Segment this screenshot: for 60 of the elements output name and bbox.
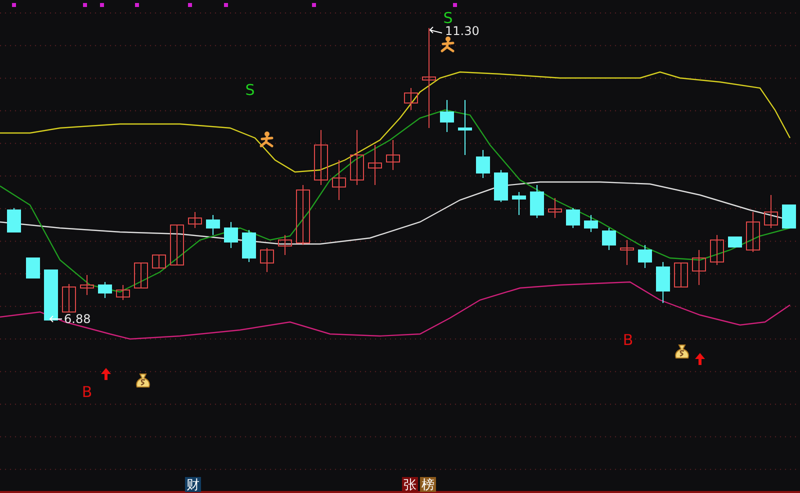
rising-candle	[296, 184, 310, 246]
tag-label[interactable]: 张	[402, 477, 418, 493]
runner-icon	[260, 132, 274, 148]
rising-candle	[260, 248, 274, 272]
low-price-label: 6.88	[64, 312, 91, 326]
runner-icon	[440, 36, 454, 52]
falling-candle	[98, 282, 112, 298]
rising-candle	[386, 140, 400, 170]
falling-candle	[440, 100, 454, 132]
money-bag-icon	[136, 374, 150, 388]
rising-candle	[710, 234, 724, 266]
rising-candle	[674, 262, 688, 288]
buy-signal-label: B	[622, 331, 634, 349]
falling-candle	[656, 262, 670, 304]
high-price-label: 11.30	[445, 24, 480, 38]
buy-signal-label: B	[82, 383, 92, 401]
rising-candle	[62, 284, 76, 312]
tag-label[interactable]: 财	[185, 477, 201, 493]
pointer-arrow-icon	[429, 26, 442, 34]
falling-candle	[242, 230, 256, 262]
rising-candle	[278, 234, 292, 256]
rising-candle	[764, 194, 778, 228]
falling-candle	[512, 192, 526, 216]
rising-candle	[548, 198, 562, 218]
falling-candle	[494, 170, 508, 202]
sell-signal-label: S	[245, 81, 255, 99]
falling-candle	[638, 244, 652, 268]
falling-candle	[530, 184, 544, 218]
falling-candle	[224, 222, 238, 248]
up-arrow-icon	[101, 368, 111, 380]
rising-candle	[188, 212, 202, 228]
tag-label[interactable]: 榜	[420, 477, 436, 493]
falling-candle	[584, 214, 598, 232]
falling-candle	[782, 204, 796, 228]
rising-candle	[746, 212, 760, 252]
falling-candle	[26, 258, 40, 278]
rising-candle	[116, 284, 130, 300]
falling-candle	[44, 270, 58, 320]
rising-candle	[332, 160, 346, 200]
rising-candle	[170, 224, 184, 266]
falling-candle	[728, 236, 742, 248]
pointer-arrow-icon	[49, 316, 62, 322]
rising-candle	[134, 262, 148, 288]
rising-candle	[80, 274, 94, 296]
falling-candle	[566, 208, 580, 228]
sell-signal-label: S	[443, 9, 453, 27]
money-bag-icon	[675, 344, 689, 358]
rising-candle	[368, 144, 382, 186]
rising-candle	[620, 240, 634, 266]
rising-candle	[314, 130, 328, 186]
rising-candle	[692, 250, 706, 286]
rising-candle	[152, 254, 166, 268]
up-arrow-icon	[695, 353, 705, 365]
falling-candle	[602, 228, 616, 250]
rising-candle	[404, 88, 418, 110]
falling-candle	[206, 214, 220, 236]
falling-candle	[7, 208, 21, 232]
falling-candle	[458, 100, 472, 156]
falling-candle	[476, 150, 490, 178]
rising-candle	[350, 130, 364, 186]
